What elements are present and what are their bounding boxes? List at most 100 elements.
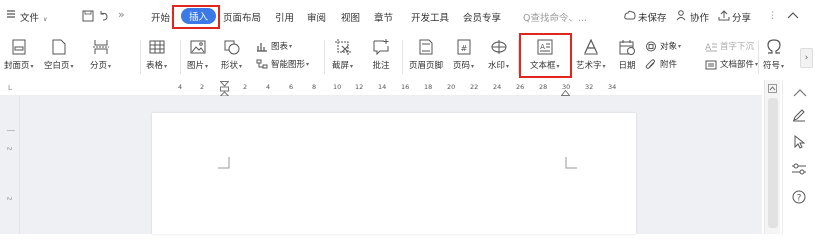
scroll-up-icon[interactable] (768, 84, 777, 93)
search-input[interactable]: Q查找命令、... (523, 10, 587, 24)
ribbon (0, 34, 815, 78)
page-break-label: 分页 (90, 61, 108, 71)
watermark-label: 水印 (488, 61, 506, 71)
scrollbar-thumb[interactable] (768, 98, 778, 228)
ruler-tick: 16 (401, 83, 410, 91)
comment-label: 批注 (372, 61, 390, 71)
page-break-button[interactable]: 分页▾ (90, 38, 111, 71)
file-menu-label: 文件 (20, 13, 40, 24)
omega-symbol-icon (766, 39, 781, 54)
ruler-tick: 8 (312, 83, 317, 91)
date-button[interactable]: 日期 (618, 38, 636, 71)
collapse-ribbon-icon[interactable] (787, 11, 799, 22)
ruler-tick: 6 (289, 83, 294, 91)
tab-member[interactable]: 会员专享 (463, 10, 501, 24)
select-cursor-icon[interactable] (792, 135, 806, 149)
wordart-icon (583, 38, 598, 55)
vruler-number: 2 (5, 146, 13, 151)
shape-label: 形状 (221, 61, 239, 71)
watermark-button[interactable]: 水印▾ (488, 38, 509, 71)
more-chevrons-icon[interactable]: » (118, 8, 125, 21)
screenshot-label: 截屏 (332, 61, 350, 71)
object-button[interactable]: 对象 ▾ (645, 40, 681, 52)
picture-button[interactable]: 图片▾ (187, 38, 208, 71)
cover-page-button[interactable]: 封面页▾ (4, 38, 34, 71)
smart-art-button[interactable]: 智能图形 ▾ (256, 58, 309, 70)
wordart-label: 艺术字 (576, 61, 602, 71)
comment-button[interactable]: 批注 (372, 38, 390, 71)
doc-parts-button[interactable]: 文档部件 ▾ (705, 58, 758, 70)
vruler-number: 2 (5, 196, 13, 201)
help-icon[interactable]: ? (792, 190, 806, 204)
ribbon-divider (402, 40, 403, 74)
attachment-label: 附件 (660, 60, 678, 70)
share-icon (718, 10, 730, 24)
margin-corner-mark (218, 157, 230, 169)
ruler-tick: 22 (470, 83, 479, 91)
file-menu[interactable]: 文件 ∨ (20, 10, 47, 24)
ruler-tick: 34 (608, 83, 617, 91)
header-footer-label: 页眉页脚 (409, 61, 444, 71)
highlight-box-textbox (519, 33, 572, 78)
hamburger-icon[interactable] (6, 9, 16, 22)
tab-developer[interactable]: 开发工具 (411, 10, 449, 24)
save-icon[interactable] (82, 10, 94, 25)
ribbon-divider (140, 40, 141, 74)
drop-cap-button[interactable]: A 首字下沉 (705, 40, 754, 52)
ribbon-scroll-right-button[interactable]: › (800, 48, 813, 68)
vertical-ruler[interactable] (0, 96, 20, 234)
adjust-settings-icon[interactable] (791, 162, 807, 176)
page-break-icon (92, 40, 109, 54)
attachment-button[interactable]: 附件 (645, 58, 677, 70)
ribbon-divider (180, 40, 181, 74)
blank-page-icon (52, 39, 66, 55)
tab-stop-icon[interactable]: L (8, 84, 12, 92)
smart-art-label: 智能图形 (271, 60, 306, 70)
ruler-tick: 18 (424, 83, 433, 91)
screenshot-button[interactable]: 截屏▾ (332, 38, 353, 71)
collapse-panel-icon[interactable] (793, 88, 807, 97)
blank-page-button[interactable]: 空白页▾ (44, 38, 74, 71)
svg-text:#: # (460, 44, 467, 53)
paperclip-icon (645, 58, 655, 69)
vertical-scrollbar[interactable] (764, 80, 780, 234)
header-footer-button[interactable]: 页眉页脚 (409, 38, 443, 71)
symbol-button[interactable]: 符号▾ (763, 38, 784, 71)
undo-icon[interactable] (98, 10, 110, 25)
tab-chapter[interactable]: 章节 (374, 10, 393, 24)
pen-edit-icon[interactable] (792, 108, 806, 122)
chart-button[interactable]: 图表 ▾ (256, 40, 292, 52)
table-button[interactable]: 表格▾ (146, 38, 167, 71)
wordart-button[interactable]: 艺术字▾ (576, 38, 606, 71)
table-label: 表格 (146, 61, 164, 71)
document-page[interactable] (152, 113, 636, 234)
right-side-panel: ? (782, 80, 815, 234)
tab-page-layout[interactable]: 页面布局 (223, 10, 261, 24)
ruler-tick: 20 (447, 83, 456, 91)
collaborate-button[interactable]: 协作 (690, 10, 709, 24)
header-footer-icon (419, 39, 433, 55)
drop-cap-label: 首字下沉 (720, 42, 755, 52)
ruler-tick: 12 (355, 83, 364, 91)
share-button[interactable]: 分享 (732, 10, 751, 24)
tab-review[interactable]: 审阅 (307, 10, 326, 24)
tab-home[interactable]: 开始 (151, 10, 170, 24)
chart-label: 图表 (271, 42, 289, 52)
page-number-button[interactable]: # 页码▾ (453, 38, 474, 71)
blank-page-label: 空白页 (44, 61, 70, 71)
collaborate-icon (676, 10, 688, 24)
date-label: 日期 (618, 61, 636, 71)
tab-view[interactable]: 视图 (341, 10, 360, 24)
comment-icon (373, 39, 389, 56)
doc-parts-label: 文档部件 (720, 60, 755, 70)
cover-page-label: 封面页 (4, 61, 30, 71)
unsaved-status[interactable]: 未保存 (638, 10, 667, 24)
ruler-tick: 2 (243, 83, 248, 91)
more-vertical-icon[interactable]: ⋮ (768, 10, 778, 21)
tab-references[interactable]: 引用 (275, 10, 294, 24)
vruler-mark (7, 130, 15, 131)
indent-marker-icon[interactable] (220, 81, 229, 97)
shape-button[interactable]: 形状▾ (221, 38, 242, 71)
ruler-tick: 10 (333, 83, 342, 91)
cover-page-icon (12, 39, 26, 55)
